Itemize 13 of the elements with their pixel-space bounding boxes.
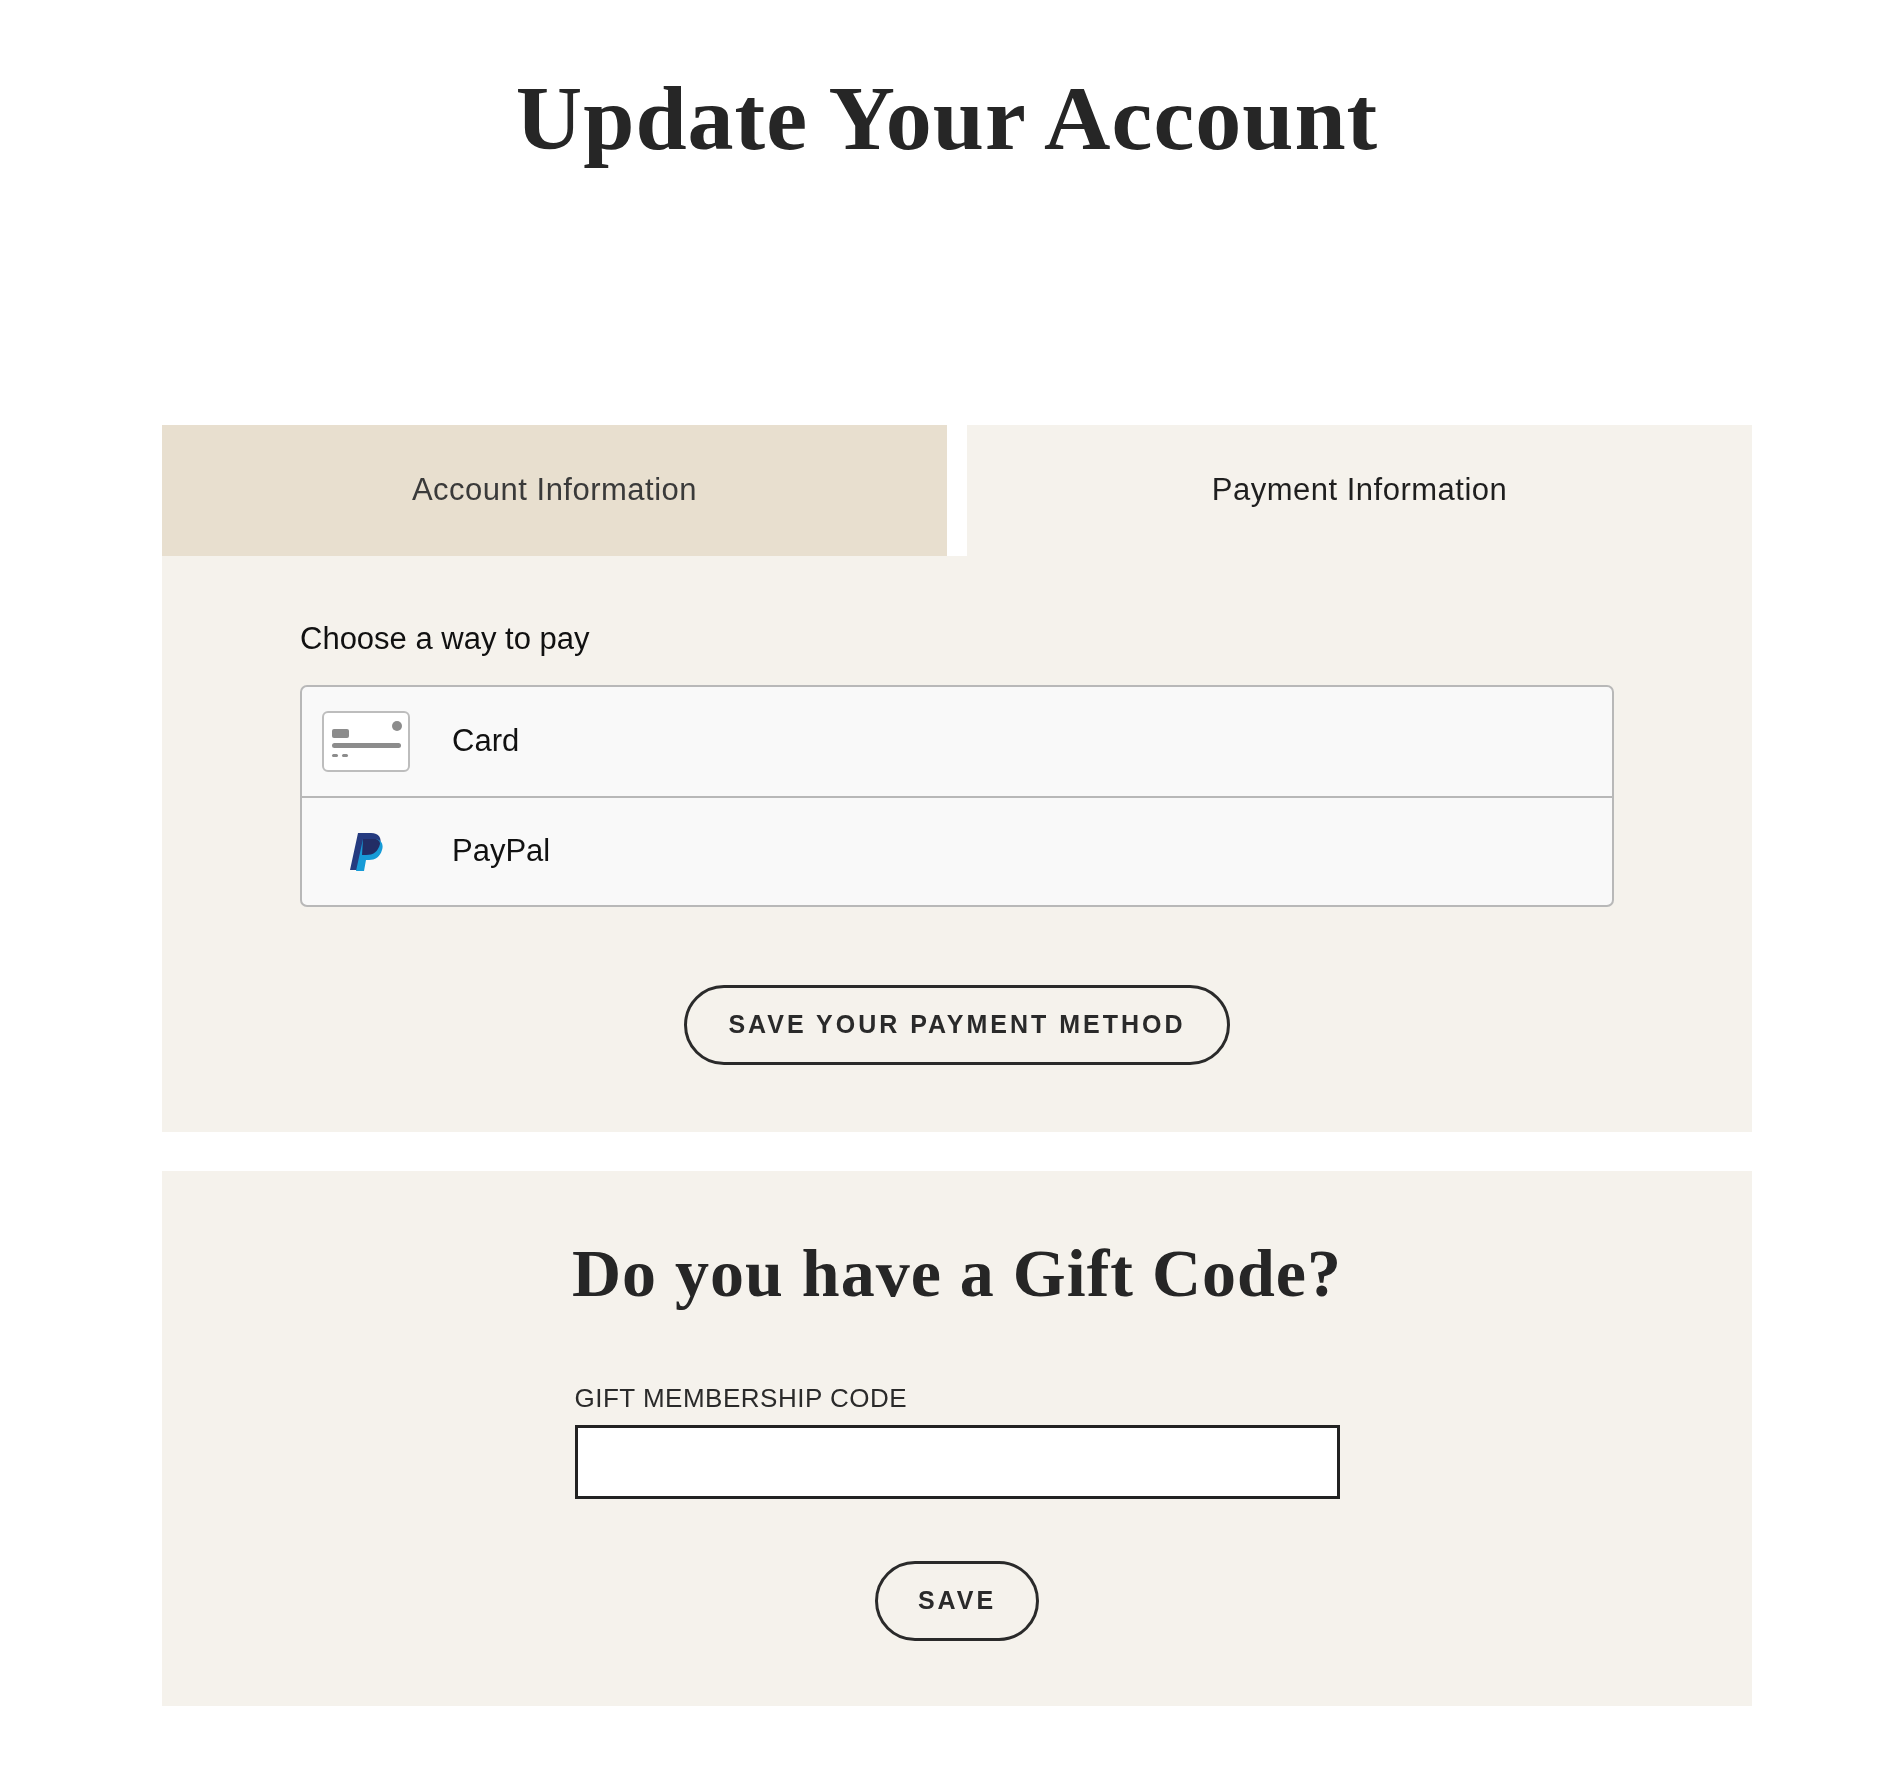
gift-code-label: GIFT MEMBERSHIP CODE <box>574 1383 908 1413</box>
payment-method-option[interactable]: PayPal <box>302 796 1612 905</box>
payment-method-label: Card <box>452 722 520 761</box>
payment-heading: Choose a way to pay <box>300 620 590 658</box>
payment-method-option[interactable]: Card <box>302 687 1612 796</box>
credit-card-icon <box>322 711 410 772</box>
paypal-logo-icon <box>349 831 383 872</box>
payment-method-label: PayPal <box>452 832 551 871</box>
tab[interactable]: Account Information <box>162 425 947 556</box>
tab[interactable]: Payment Information <box>967 425 1752 556</box>
gift-code-field[interactable] <box>574 1425 1340 1499</box>
save-payment-method-button[interactable]: SAVE YOUR PAYMENT METHOD <box>684 985 1230 1065</box>
save-gift-code-button[interactable]: SAVE <box>874 1561 1040 1641</box>
